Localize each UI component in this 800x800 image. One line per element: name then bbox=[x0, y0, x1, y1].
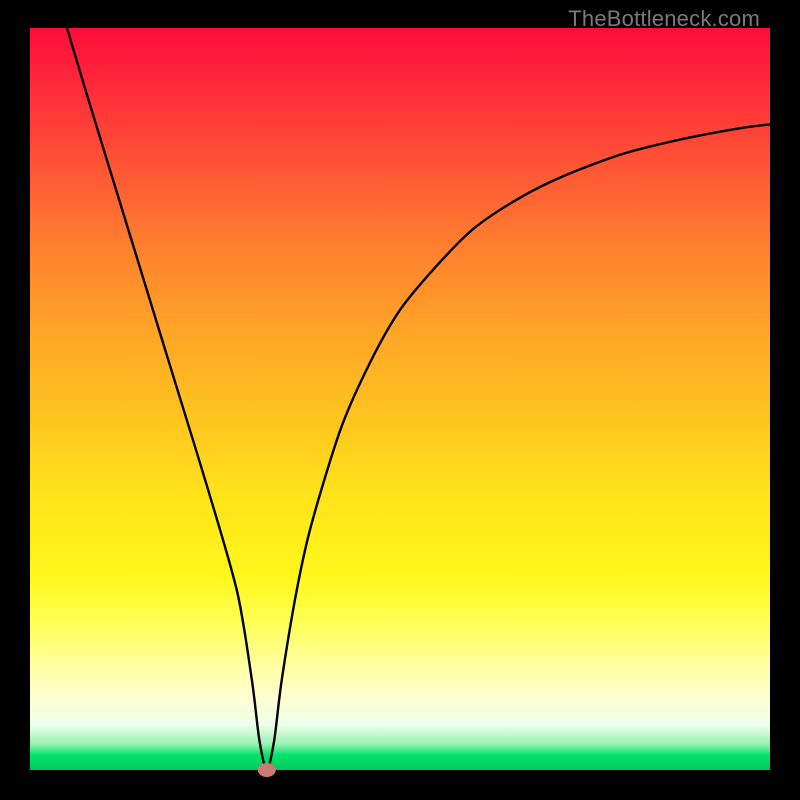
watermark-text: TheBottleneck.com bbox=[568, 6, 760, 32]
minimum-marker bbox=[258, 763, 276, 777]
chart-frame: TheBottleneck.com bbox=[0, 0, 800, 800]
plot-area bbox=[30, 28, 770, 770]
bottleneck-curve bbox=[67, 28, 770, 770]
chart-svg bbox=[30, 28, 770, 770]
